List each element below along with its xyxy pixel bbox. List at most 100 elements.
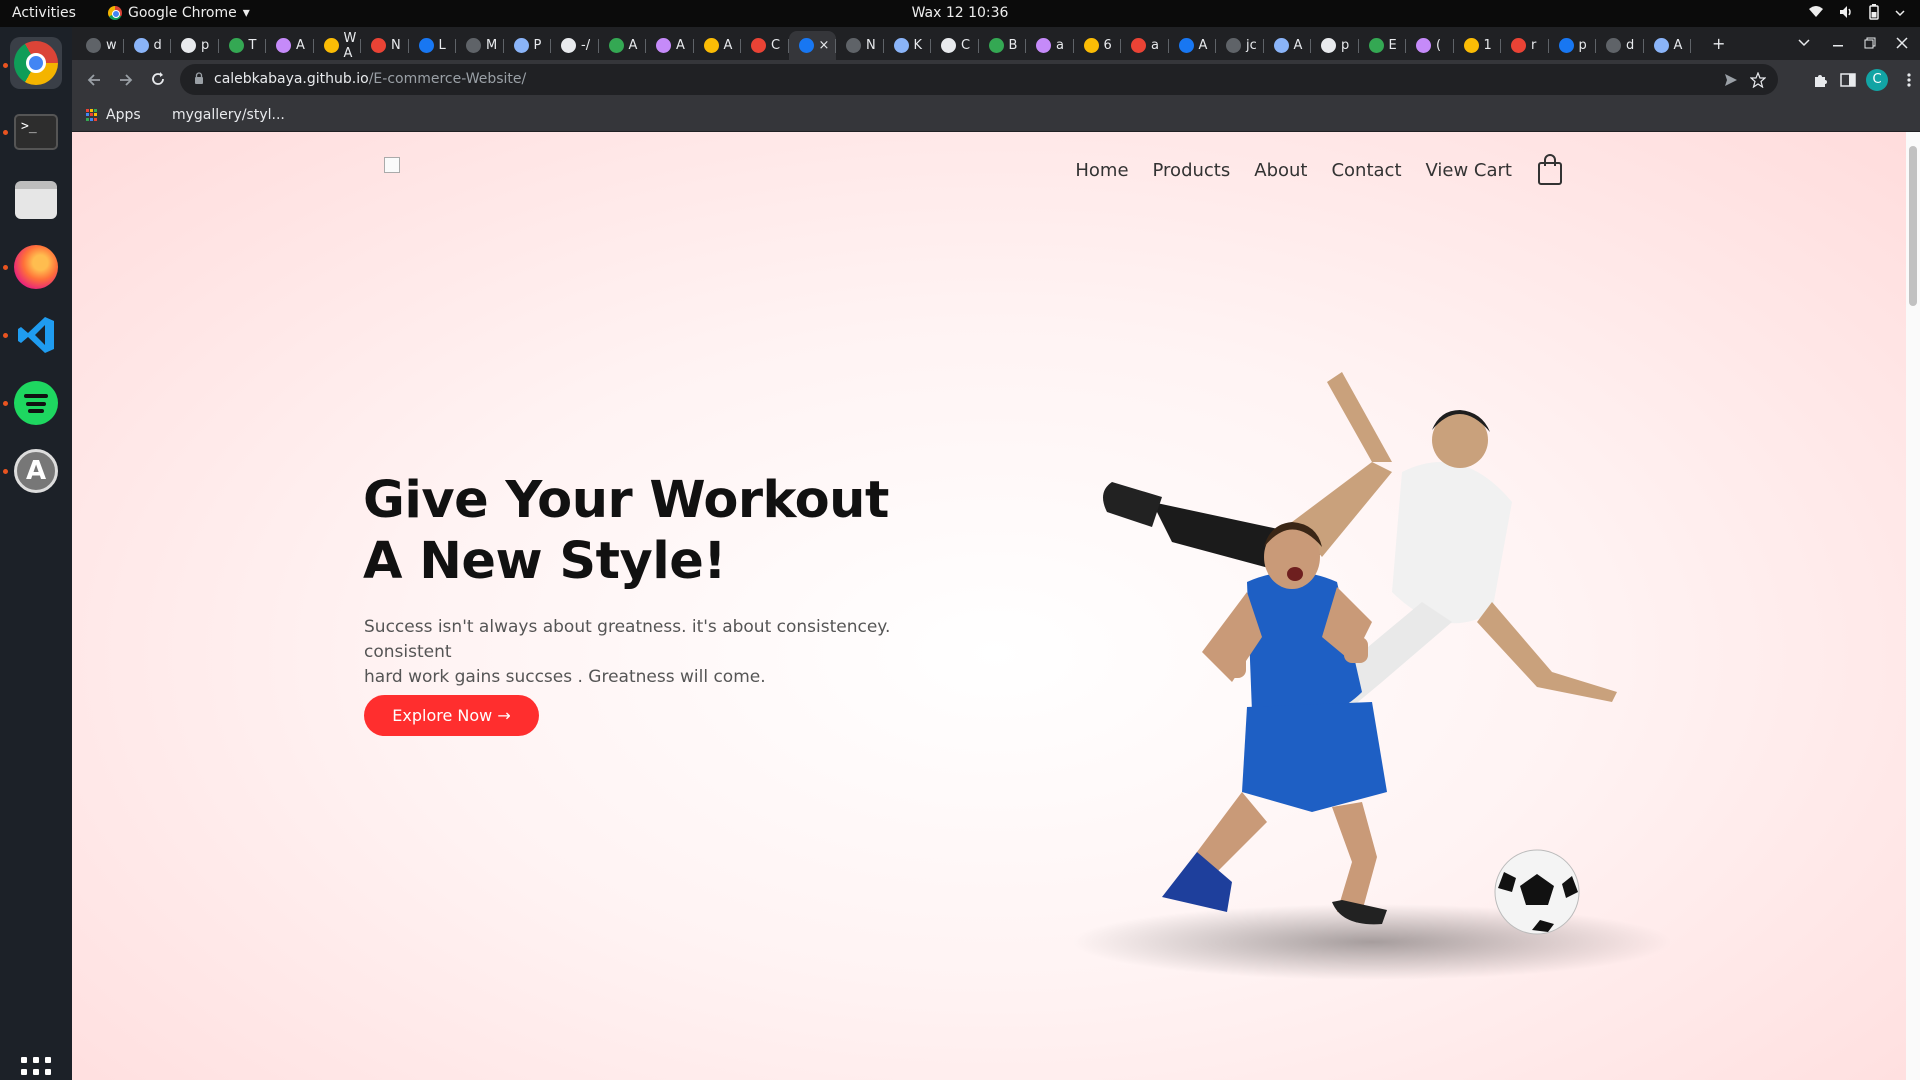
close-window-icon[interactable] (1896, 37, 1908, 49)
browser-tab[interactable]: K (884, 31, 931, 60)
dock-terminal[interactable]: >_ (10, 106, 62, 158)
browser-tab[interactable]: E (1359, 31, 1406, 60)
dock-chrome[interactable] (10, 37, 62, 89)
nav-about-link[interactable]: About (1254, 160, 1307, 181)
browser-tab[interactable]: A (646, 31, 694, 60)
running-indicator (3, 63, 8, 68)
browser-tab[interactable]: N (836, 31, 884, 60)
browser-tab[interactable]: C (931, 31, 979, 60)
browser-tab[interactable]: jc (1216, 31, 1264, 60)
dock-firefox[interactable] (10, 241, 62, 293)
lock-icon[interactable] (194, 72, 204, 84)
browser-tab[interactable]: C (741, 31, 789, 60)
tab-title: a (1056, 38, 1064, 53)
browser-tab[interactable]: d (1596, 31, 1644, 60)
tab-title: N (391, 38, 401, 53)
browser-tab[interactable]: L (409, 31, 456, 60)
bookmark-apps[interactable]: Apps (86, 107, 141, 123)
clock[interactable]: Wax 12 10:36 (0, 5, 1920, 21)
hero-title-line-1: Give Your Workout (363, 471, 889, 530)
hero-title: Give Your Workout A New Style! (363, 470, 889, 592)
tab-favicon-icon (608, 38, 624, 53)
tab-favicon-icon (466, 38, 481, 53)
browser-tab[interactable]: W A (314, 31, 361, 61)
browser-tab[interactable]: A (1264, 31, 1311, 60)
system-tray[interactable] (1808, 4, 1906, 20)
url-path: /E-commerce-Website/ (368, 71, 527, 87)
bookmark-label: Apps (106, 107, 141, 123)
browser-tab[interactable]: d (124, 31, 171, 60)
tab-title: C (961, 38, 971, 53)
running-indicator (3, 333, 8, 338)
star-icon[interactable] (1750, 72, 1766, 88)
site-nav-links: Home Products About Contact View Cart (1075, 154, 1564, 186)
dock-vscode[interactable] (10, 309, 62, 361)
page-scrollbar[interactable] (1906, 132, 1920, 1080)
running-indicator (3, 469, 8, 474)
tab-favicon-icon (1036, 38, 1051, 53)
send-icon[interactable] (1724, 73, 1738, 87)
tab-title: T (248, 38, 257, 53)
browser-tab[interactable]: a (1026, 31, 1074, 60)
browser-tab[interactable]: N (361, 31, 409, 60)
bookmark-mygallery[interactable]: mygallery/styl... (156, 107, 285, 123)
tab-title: × (818, 38, 830, 53)
browser-tab[interactable]: A (1169, 31, 1216, 60)
browser-tab[interactable]: P (504, 31, 551, 60)
browser-tab[interactable]: a (1121, 31, 1169, 60)
broken-logo-image[interactable] (384, 157, 400, 173)
dock-spotify[interactable] (10, 377, 62, 429)
browser-tab[interactable]: r (1501, 31, 1549, 60)
browser-tab[interactable]: w (76, 31, 124, 60)
browser-tab[interactable]: B (979, 31, 1026, 60)
bookmarks-bar: Apps mygallery/styl... (72, 99, 1920, 132)
browser-tab[interactable]: A (1644, 31, 1691, 60)
back-icon[interactable] (86, 72, 102, 88)
nav-contact-link[interactable]: Contact (1331, 160, 1401, 181)
nav-products-link[interactable]: Products (1153, 160, 1231, 181)
browser-tab[interactable]: A (266, 31, 314, 60)
minimize-icon[interactable] (1832, 39, 1844, 49)
address-bar[interactable]: calebkabaya.github.io/E-commerce-Website… (180, 64, 1778, 95)
reload-icon[interactable] (150, 71, 166, 87)
side-panel-icon[interactable] (1840, 72, 1856, 88)
tab-favicon-icon (181, 38, 196, 53)
browser-tab[interactable]: A (694, 31, 741, 60)
scrollbar-thumb[interactable] (1909, 146, 1917, 306)
extensions-icon[interactable] (1812, 72, 1828, 88)
tab-title: K (913, 38, 923, 53)
terminal-icon: >_ (14, 114, 58, 150)
tab-title: d (153, 38, 162, 53)
profile-avatar[interactable]: C (1866, 69, 1888, 91)
browser-tab[interactable]: p (1311, 31, 1359, 60)
browser-tab[interactable]: -/ (551, 31, 599, 60)
browser-tab[interactable]: M (456, 31, 504, 60)
explore-now-button[interactable]: Explore Now → (364, 695, 539, 736)
browser-tab[interactable]: A (599, 31, 646, 60)
player-blue-kit (1162, 522, 1387, 925)
browser-tab[interactable]: 1 (1454, 31, 1501, 60)
kebab-menu-icon[interactable] (1906, 72, 1912, 88)
tab-search-icon[interactable] (1798, 38, 1810, 48)
shopping-bag-icon[interactable] (1536, 154, 1564, 186)
browser-tab[interactable]: T (219, 31, 266, 60)
browser-tab[interactable]: × (788, 31, 836, 60)
forward-icon[interactable] (118, 72, 134, 88)
new-tab-button[interactable]: + (1712, 34, 1725, 53)
restore-icon[interactable] (1864, 37, 1876, 49)
running-indicator (3, 265, 8, 270)
tab-title: d (1626, 38, 1635, 53)
tab-favicon-icon (418, 38, 434, 53)
show-applications-icon[interactable] (21, 1057, 51, 1080)
dock-software-center[interactable]: A (10, 445, 62, 497)
nav-home-link[interactable]: Home (1075, 160, 1128, 181)
tab-favicon-icon (1653, 38, 1669, 53)
browser-tab[interactable]: p (1549, 31, 1596, 60)
browser-tab[interactable]: p (171, 31, 219, 60)
nav-view-cart-link[interactable]: View Cart (1426, 160, 1513, 181)
dock-files[interactable] (10, 174, 62, 226)
browser-tab[interactable]: 6 (1074, 31, 1121, 60)
browser-tab[interactable]: ( (1406, 31, 1454, 60)
hero-subtitle-line-1: Success isn't always about greatness. it… (364, 617, 891, 662)
tab-strip: w d p T A W A N L M P -/ A A A C × N K C Ba 6 a Ajc Ap E (1 r p d A + (72, 27, 1920, 61)
